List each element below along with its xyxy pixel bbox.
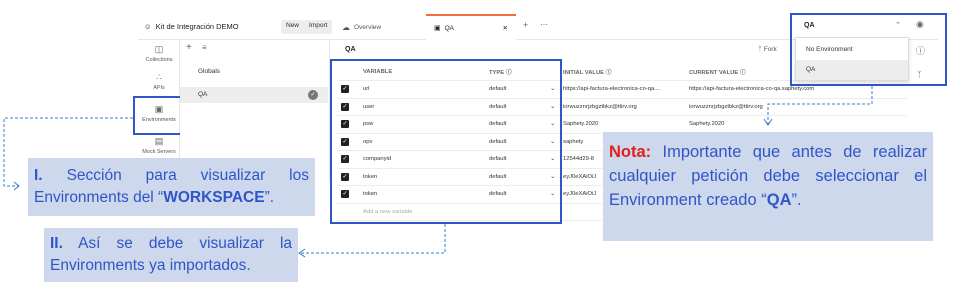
callout-workspace: I. Sección para visualizar los Environme… — [28, 158, 315, 216]
connector-dropdown — [767, 86, 873, 124]
connector-table — [300, 224, 446, 254]
callout-imported: II. Así se debe visualizar la Environmen… — [44, 228, 298, 282]
callout-nota: Nota: Importante que antes de realizar c… — [603, 132, 933, 241]
